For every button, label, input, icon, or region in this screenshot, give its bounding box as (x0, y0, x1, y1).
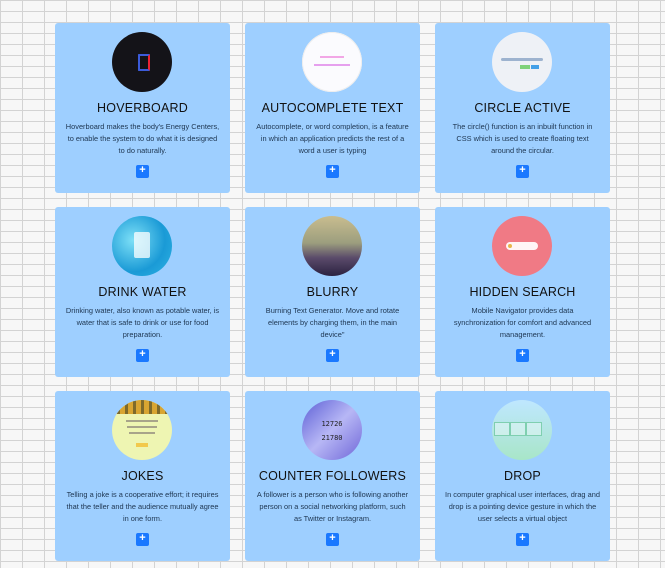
card-title: DROP (504, 469, 541, 483)
card-title: HIDDEN SEARCH (469, 285, 576, 299)
plus-button[interactable]: + (516, 348, 529, 362)
plus-button[interactable]: + (326, 164, 339, 178)
card-title: COUNTER FOLLOWERS (258, 469, 407, 483)
plus-button[interactable]: + (136, 532, 149, 546)
drop-thumbnail (492, 400, 552, 460)
card-description: Hoverboard makes the body's Energy Cente… (65, 122, 220, 155)
blurry-thumbnail (302, 216, 362, 276)
card-drop: DROP In computer graphical user interfac… (435, 391, 610, 561)
card-description: The circle() function is an inbuilt func… (452, 122, 593, 155)
card-drink-water: DRINK WATER Drinking water, also known a… (55, 207, 230, 377)
plus-button[interactable]: + (136, 348, 149, 362)
plus-button[interactable]: + (326, 532, 339, 546)
hoverboard-thumbnail (112, 32, 172, 92)
plus-icon: + (329, 164, 336, 176)
card-autocomplete-text: AUTOCOMPLETE TEXT Autocomplete, or word … (245, 23, 420, 193)
card-description: In computer graphical user interfaces, d… (445, 490, 600, 523)
card-blurry: BLURRY Burning Text Generator. Move and … (245, 207, 420, 377)
counter-value-bottom: 21780 (321, 434, 343, 442)
card-counter-followers: 12726 21780 COUNTER FOLLOWERS A follower… (245, 391, 420, 561)
card-title: HOVERBOARD (97, 101, 188, 115)
plus-button[interactable]: + (136, 164, 149, 178)
card-hidden-search: HIDDEN SEARCH Mobile Navigator provides … (435, 207, 610, 377)
card-description: Drinking water, also known as potable wa… (65, 306, 220, 339)
plus-icon: + (139, 532, 146, 544)
jokes-thumbnail (112, 400, 172, 460)
card-title: CIRCLE ACTIVE (474, 101, 571, 115)
card-title: BLURRY (306, 285, 359, 299)
plus-icon: + (139, 348, 146, 360)
plus-button[interactable]: + (326, 348, 339, 362)
autocomplete-thumbnail (302, 32, 362, 92)
plus-button[interactable]: + (516, 164, 529, 178)
plus-icon: + (329, 532, 336, 544)
card-jokes: JOKES Telling a joke is a cooperative ef… (55, 391, 230, 561)
drink-water-thumbnail (112, 216, 172, 276)
plus-icon: + (519, 348, 526, 360)
card-description: A follower is a person who is following … (256, 490, 409, 523)
card-title: DRINK WATER (98, 285, 187, 299)
card-circle-active: CIRCLE ACTIVE The circle() function is a… (435, 23, 610, 193)
card-description: Burning Text Generator. Move and rotate … (265, 306, 400, 339)
circle-active-thumbnail (492, 32, 552, 92)
plus-icon: + (329, 348, 336, 360)
card-title: JOKES (121, 469, 164, 483)
plus-icon: + (519, 164, 526, 176)
card-description: Telling a joke is a cooperative effort; … (66, 490, 219, 523)
card-title: AUTOCOMPLETE TEXT (261, 101, 404, 115)
plus-icon: + (139, 164, 146, 176)
card-hoverboard: HOVERBOARD Hoverboard makes the body's E… (55, 23, 230, 193)
plus-icon: + (519, 532, 526, 544)
card-description: Mobile Navigator provides data synchroni… (453, 306, 592, 339)
card-description: Autocomplete, or word completion, is a f… (256, 122, 409, 155)
plus-button[interactable]: + (516, 532, 529, 546)
hidden-search-thumbnail (492, 216, 552, 276)
counter-followers-thumbnail: 12726 21780 (302, 400, 362, 460)
counter-value-top: 12726 (321, 420, 343, 428)
